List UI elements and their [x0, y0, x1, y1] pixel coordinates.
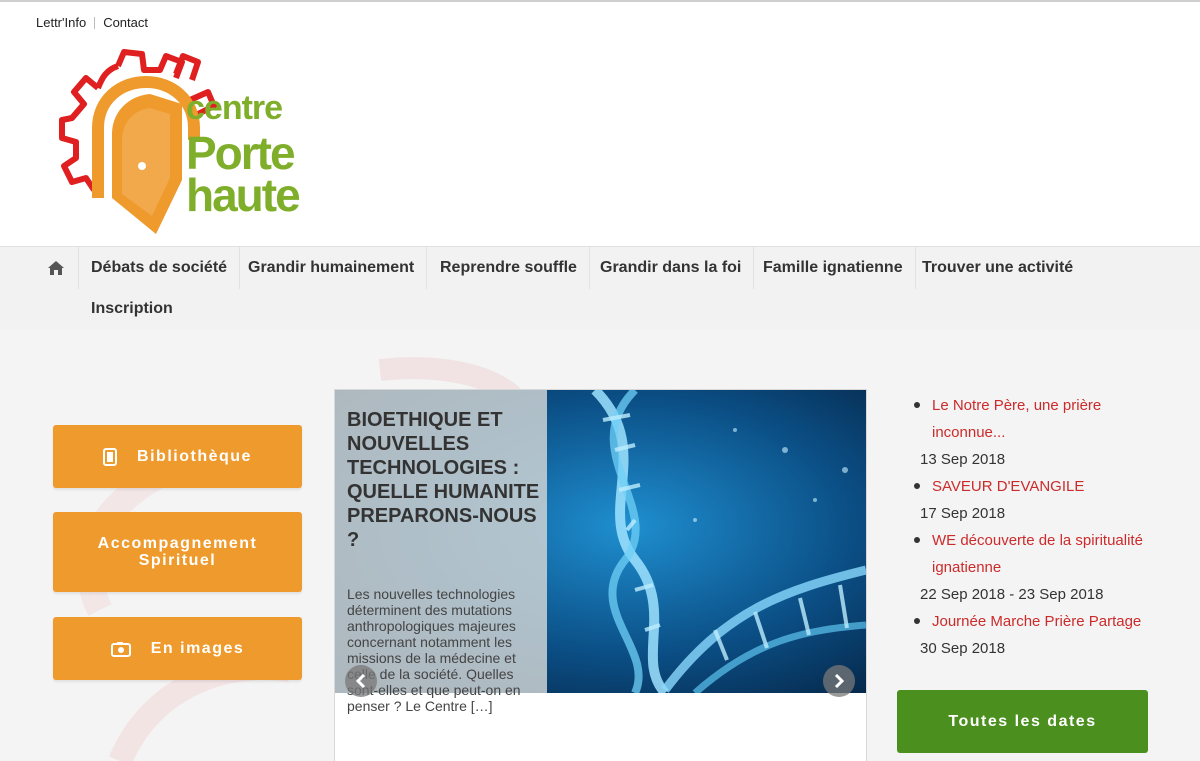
divider [94, 16, 96, 29]
slider-next-button[interactable] [823, 665, 855, 697]
slide-excerpt: Les nouvelles technologies déterminent d… [347, 586, 521, 714]
chevron-right-icon [834, 674, 845, 688]
slide-title[interactable]: BIOETHIQUE ET NOUVELLES TECHNOLOGIES : Q… [347, 408, 542, 552]
newsletter-link[interactable]: Lettr'Info [36, 15, 86, 30]
nav-item-grandir-foi[interactable]: Grandir dans la foi [588, 247, 755, 289]
photo-icon [110, 641, 131, 657]
event-date: 13 Sep 2018 [920, 451, 1006, 468]
images-button[interactable]: En images [53, 617, 302, 680]
nav-item-inscription[interactable]: Inscription [79, 288, 185, 330]
nav-item-famille-ignatienne[interactable]: Famille ignatienne [751, 247, 916, 289]
bullet [914, 402, 920, 408]
event-item: SAVEUR D'EVANGILE 17 Sep 2018 [912, 473, 1172, 527]
logo-wordmark: centre Porte haute [186, 89, 301, 221]
library-button-label: Bibliothèque [137, 447, 252, 465]
spiritual-guidance-button[interactable]: Accompagnement Spirituel [53, 512, 302, 592]
main-nav: Débats de société Grandir humainement Re… [0, 246, 1200, 331]
logo-line-2: Porte [186, 127, 296, 179]
event-link[interactable]: WE découverte de la spiritualité ignatie… [912, 527, 1172, 581]
top-border [0, 0, 1200, 2]
images-button-label: En images [150, 639, 245, 657]
bullet [914, 537, 920, 543]
event-item: Le Notre Père, une prière inconnue... 13… [912, 392, 1172, 473]
chevron-left-icon [355, 674, 366, 688]
home-icon [48, 261, 64, 275]
library-button[interactable]: Bibliothèque [53, 425, 302, 488]
upcoming-events: Le Notre Père, une prière inconnue... 13… [912, 392, 1172, 662]
event-item: Journée Marche Prière Partage 30 Sep 201… [912, 608, 1172, 662]
event-link[interactable]: Le Notre Père, une prière inconnue... [912, 392, 1172, 446]
contact-link[interactable]: Contact [103, 15, 148, 30]
event-link[interactable]: Journée Marche Prière Partage [912, 608, 1172, 635]
slider-prev-button[interactable] [345, 665, 377, 697]
site-logo[interactable]: centre Porte haute [58, 48, 318, 243]
nav-item-trouver-activite[interactable]: Trouver une activité [910, 247, 1085, 289]
nav-item-debats[interactable]: Débats de société [79, 247, 241, 289]
bullet [914, 618, 920, 624]
event-date: 30 Sep 2018 [920, 640, 1006, 657]
nav-home[interactable] [34, 247, 79, 289]
spiritual-guidance-label: Accompagnement Spirituel [97, 535, 258, 569]
featured-slider[interactable]: BIOETHIQUE ET NOUVELLES TECHNOLOGIES : Q… [334, 389, 867, 761]
top-links: Lettr'Info Contact [36, 15, 148, 30]
all-dates-button[interactable]: Toutes les dates [897, 690, 1148, 753]
event-item: WE découverte de la spiritualité ignatie… [912, 527, 1172, 608]
logo-line-1: centre [186, 89, 283, 127]
nav-item-grandir-humainement[interactable]: Grandir humainement [236, 247, 428, 289]
main-content: Bibliothèque Accompagnement Spirituel En… [0, 330, 1200, 761]
event-date: 22 Sep 2018 - 23 Sep 2018 [920, 586, 1104, 603]
logo-line-3: haute [186, 169, 301, 221]
event-date: 17 Sep 2018 [920, 505, 1006, 522]
book-icon [103, 447, 118, 466]
event-link[interactable]: SAVEUR D'EVANGILE [912, 473, 1172, 500]
bullet [914, 483, 920, 489]
nav-item-reprendre-souffle[interactable]: Reprendre souffle [428, 247, 590, 289]
